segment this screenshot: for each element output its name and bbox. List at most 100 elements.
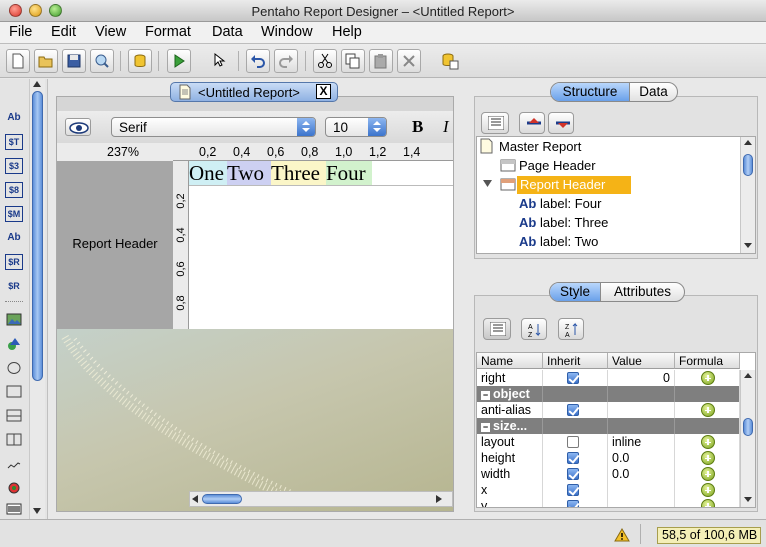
formula-button[interactable] (675, 498, 740, 507)
menu-help[interactable]: Help (332, 24, 362, 40)
horizontal-line-icon[interactable] (5, 408, 23, 424)
new-icon[interactable] (6, 49, 30, 73)
categorized-view-icon[interactable] (483, 318, 511, 340)
formula-button[interactable] (675, 466, 740, 482)
formula-button[interactable] (675, 402, 740, 418)
property-value[interactable] (608, 482, 675, 498)
paste-icon[interactable] (369, 49, 393, 73)
tree-list-icon[interactable] (481, 112, 509, 134)
column-header-value[interactable]: Value (608, 353, 675, 369)
copy-icon[interactable] (341, 49, 365, 73)
tree-scrollbar[interactable] (740, 137, 755, 253)
redo-icon[interactable] (274, 49, 298, 73)
inherit-checkbox[interactable] (543, 434, 608, 450)
resource-field-icon[interactable]: $R (5, 254, 23, 270)
property-value[interactable] (608, 402, 675, 418)
column-header-name[interactable]: Name (477, 353, 543, 369)
cut-icon[interactable] (313, 49, 337, 73)
category-row-object[interactable]: − object (477, 386, 740, 402)
property-value[interactable]: 0.0 (608, 466, 675, 482)
menu-file[interactable]: File (9, 24, 32, 40)
date-field-icon[interactable]: $8 (5, 182, 23, 198)
resource-label-icon[interactable]: Ab (5, 230, 23, 246)
label-two[interactable]: Two (227, 161, 271, 185)
label-one[interactable]: One (189, 161, 227, 185)
column-header-inherit[interactable]: Inherit (543, 353, 608, 369)
canvas-horizontal-scrollbar[interactable] (189, 491, 453, 507)
warning-icon[interactable] (614, 528, 630, 542)
memory-usage[interactable]: 58,5 of 100,6 MB (657, 527, 761, 544)
inherit-checkbox[interactable] (543, 402, 608, 418)
report-canvas[interactable]: 237% 0,2 0,4 0,6 0,8 1,0 1,2 1,4 Report … (57, 143, 453, 511)
style-scroll-thumb[interactable] (743, 418, 753, 436)
text-field-icon[interactable]: $T (5, 134, 23, 150)
label-icon[interactable]: Ab (5, 110, 23, 126)
sparkline-icon[interactable] (5, 480, 23, 496)
canvas-scroll-thumb[interactable] (202, 494, 242, 504)
eye-icon[interactable] (65, 118, 91, 136)
save-icon[interactable] (62, 49, 86, 73)
chart-icon[interactable] (5, 336, 23, 352)
formula-button[interactable] (675, 482, 740, 498)
select-arrow-icon[interactable] (208, 49, 232, 73)
font-family-select[interactable]: Serif (111, 117, 316, 137)
undo-icon[interactable] (246, 49, 270, 73)
rectangle-icon[interactable] (5, 384, 23, 400)
vertical-line-icon[interactable] (5, 432, 23, 448)
inherit-checkbox[interactable] (543, 450, 608, 466)
ellipse-icon[interactable] (5, 360, 23, 376)
italic-button[interactable]: I (443, 117, 449, 137)
barcode-icon[interactable] (5, 502, 23, 518)
datasource-icon[interactable] (128, 49, 152, 73)
formula-button[interactable] (675, 370, 740, 386)
move-down-icon[interactable] (548, 112, 574, 134)
data-wizard-icon[interactable] (438, 49, 462, 73)
expand-triangle-icon[interactable] (483, 177, 493, 192)
menu-view[interactable]: View (95, 24, 126, 40)
tab-untitled-report[interactable]: <Untitled Report> X (170, 82, 338, 102)
menu-edit[interactable]: Edit (51, 24, 76, 40)
palette-scrollbar[interactable] (29, 79, 45, 519)
menu-window[interactable]: Window (261, 24, 313, 40)
tab-structure[interactable]: Structure (551, 83, 629, 101)
report-header-band[interactable]: One Two Three Four (189, 161, 453, 329)
formula-button[interactable] (675, 434, 740, 450)
property-value[interactable]: 0 (608, 370, 675, 386)
survey-scale-icon[interactable] (5, 456, 23, 472)
tab-style[interactable]: Style (550, 283, 600, 301)
font-size-select[interactable]: 10 (325, 117, 387, 137)
preview-icon[interactable] (90, 49, 114, 73)
menu-data[interactable]: Data (212, 24, 243, 40)
tab-data[interactable]: Data (629, 83, 677, 101)
image-field-icon[interactable] (5, 312, 23, 328)
property-value[interactable] (608, 498, 675, 507)
resource-message-icon[interactable]: $R (5, 278, 23, 294)
property-value[interactable]: inline (608, 434, 675, 450)
formula-button[interactable] (675, 450, 740, 466)
open-icon[interactable] (34, 49, 58, 73)
inherit-checkbox[interactable] (543, 498, 608, 507)
label-four[interactable]: Four (326, 161, 372, 185)
menu-format[interactable]: Format (145, 24, 191, 40)
close-tab-button[interactable]: X (316, 84, 331, 99)
run-icon[interactable] (167, 49, 191, 73)
style-table-scrollbar[interactable] (740, 370, 755, 507)
category-row-size[interactable]: − size... (477, 418, 740, 434)
inherit-checkbox[interactable] (543, 482, 608, 498)
sort-ascending-icon[interactable]: AZ (521, 318, 547, 340)
number-field-icon[interactable]: $3 (5, 158, 23, 174)
bold-button[interactable]: B (412, 117, 423, 137)
tab-attributes[interactable]: Attributes (600, 283, 684, 301)
inherit-checkbox[interactable] (543, 370, 608, 386)
palette-scroll-thumb[interactable] (32, 91, 43, 381)
report-header-section[interactable]: Report Header (57, 161, 173, 329)
property-value[interactable]: 0.0 (608, 450, 675, 466)
label-three[interactable]: Three (271, 161, 326, 185)
message-field-icon[interactable]: $M (5, 206, 23, 222)
move-up-icon[interactable] (519, 112, 545, 134)
delete-icon[interactable] (397, 49, 421, 73)
tree-scroll-thumb[interactable] (743, 154, 753, 176)
inherit-checkbox[interactable] (543, 466, 608, 482)
sort-descending-icon[interactable]: ZA (558, 318, 584, 340)
column-header-formula[interactable]: Formula (675, 353, 740, 369)
